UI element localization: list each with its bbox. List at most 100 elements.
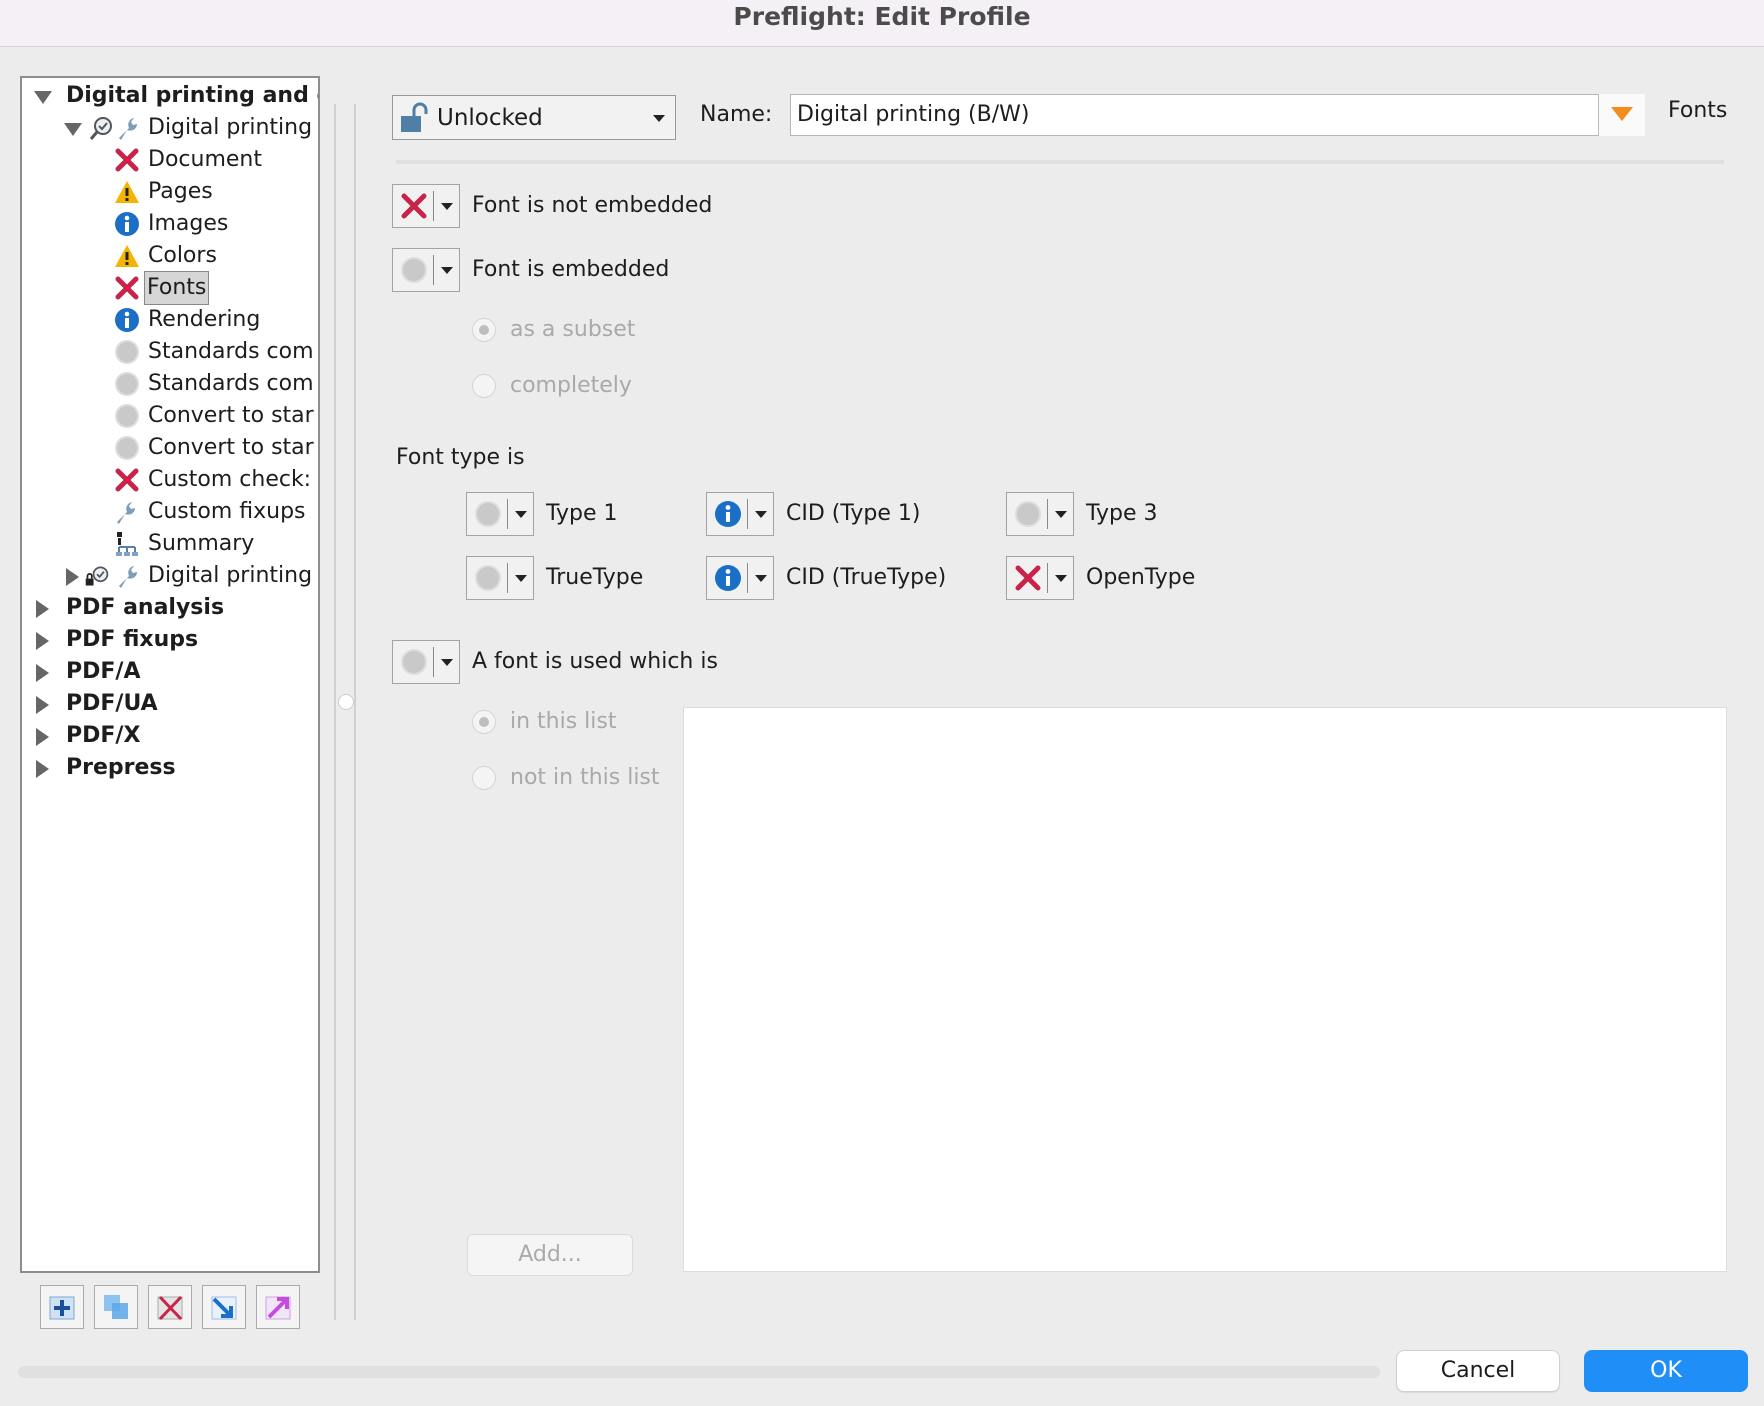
chevron-down-icon bbox=[755, 511, 767, 518]
expand-triangle-icon[interactable] bbox=[32, 750, 52, 786]
profile-name-field[interactable]: Digital printing (B/W) bbox=[790, 94, 1645, 136]
export-button[interactable] bbox=[256, 1285, 300, 1329]
tree-item-label: Convert to star bbox=[148, 435, 314, 460]
add-icon bbox=[49, 1296, 75, 1320]
truetype-status-button[interactable] bbox=[466, 556, 534, 600]
expand-triangle-icon[interactable] bbox=[32, 686, 52, 722]
add-button[interactable] bbox=[40, 1285, 84, 1329]
expand-triangle-icon[interactable] bbox=[32, 622, 52, 658]
tree-item-label: Standards com bbox=[148, 371, 314, 396]
locked-magnifier-check-icon bbox=[85, 566, 109, 586]
font-used-status-button[interactable] bbox=[392, 640, 460, 684]
radio-in-this-list[interactable] bbox=[472, 710, 496, 734]
import-button[interactable] bbox=[202, 1285, 246, 1329]
profile-tree[interactable]: Digital printing and onl Digital printin… bbox=[20, 76, 320, 1273]
disabled-circle-icon bbox=[401, 257, 427, 283]
tree-profile-label: Digital printing bbox=[148, 563, 313, 588]
info-icon bbox=[715, 565, 741, 591]
tree-item-label: Custom fixups bbox=[148, 499, 306, 524]
tree-item-label: Standards com bbox=[148, 339, 314, 364]
cid-type1-label: CID (Type 1) bbox=[786, 501, 921, 526]
chevron-down-icon bbox=[515, 511, 527, 518]
chevron-down-icon bbox=[441, 659, 453, 666]
type3-status-button[interactable] bbox=[1006, 492, 1074, 536]
ok-button[interactable]: OK bbox=[1584, 1350, 1748, 1392]
type1-label: Type 1 bbox=[546, 501, 618, 526]
error-x-icon bbox=[115, 468, 139, 492]
disabled-circle-icon bbox=[475, 565, 501, 591]
delete-button[interactable] bbox=[148, 1285, 192, 1329]
error-x-icon bbox=[401, 193, 427, 219]
tree-group-label: PDF fixups bbox=[66, 627, 199, 652]
opentype-status-button[interactable] bbox=[1006, 556, 1074, 600]
cid-truetype-label: CID (TrueType) bbox=[786, 565, 947, 590]
splitter-knob[interactable] bbox=[338, 694, 354, 710]
delete-icon bbox=[157, 1295, 183, 1321]
cid-type1-status-button[interactable] bbox=[706, 492, 774, 536]
radio-completely[interactable] bbox=[472, 374, 496, 398]
wrench-icon bbox=[117, 502, 135, 524]
collapse-triangle-icon[interactable] bbox=[62, 110, 82, 146]
tree-root-label: Digital printing and onl bbox=[66, 83, 318, 108]
chevron-down-icon bbox=[1055, 511, 1067, 518]
title-bar: Preflight: Edit Profile bbox=[0, 0, 1764, 47]
tree-item-label: Rendering bbox=[148, 307, 261, 332]
tree-group-label: PDF analysis bbox=[66, 595, 225, 620]
unlocked-padlock-icon bbox=[401, 102, 428, 132]
collapse-triangle-icon[interactable] bbox=[32, 78, 52, 114]
warning-icon bbox=[115, 181, 139, 203]
error-x-icon bbox=[1015, 565, 1041, 591]
name-menu-button[interactable] bbox=[1598, 94, 1645, 136]
error-x-icon bbox=[115, 276, 139, 300]
font-list-box[interactable] bbox=[683, 707, 1727, 1272]
lock-state-label: Unlocked bbox=[437, 105, 543, 131]
disabled-circle-icon bbox=[115, 340, 139, 364]
type3-label: Type 3 bbox=[1086, 501, 1158, 526]
info-icon bbox=[715, 501, 741, 527]
import-icon bbox=[211, 1296, 237, 1320]
duplicate-icon bbox=[104, 1295, 128, 1319]
embedded-status-button[interactable] bbox=[392, 248, 460, 292]
expand-triangle-icon[interactable] bbox=[32, 654, 52, 690]
radio-not-in-this-list[interactable] bbox=[472, 766, 496, 790]
tree-item-label: Custom check: bbox=[148, 467, 312, 492]
cancel-button[interactable]: Cancel bbox=[1396, 1350, 1560, 1392]
add-font-button[interactable]: Add... bbox=[467, 1234, 633, 1276]
tree-item-label: Colors bbox=[148, 243, 217, 268]
tree-item-label: Fonts bbox=[144, 271, 210, 305]
tree-item-label: Document bbox=[148, 147, 262, 172]
radio-as-subset[interactable] bbox=[472, 318, 496, 342]
window-title: Preflight: Edit Profile bbox=[733, 2, 1031, 31]
summary-hierarchy-icon bbox=[116, 532, 138, 556]
export-icon bbox=[265, 1296, 291, 1320]
chevron-down-icon bbox=[1055, 575, 1067, 582]
disabled-circle-icon bbox=[115, 372, 139, 396]
tree-item-label: Convert to star bbox=[148, 403, 314, 428]
wrench-icon bbox=[119, 566, 137, 588]
lock-state-dropdown[interactable]: Unlocked bbox=[392, 95, 676, 140]
expand-triangle-icon[interactable] bbox=[62, 558, 82, 594]
magnifier-check-icon bbox=[89, 117, 112, 140]
cid-truetype-status-button[interactable] bbox=[706, 556, 774, 600]
disabled-circle-icon bbox=[1015, 501, 1041, 527]
disabled-circle-icon bbox=[115, 404, 139, 428]
expand-triangle-icon[interactable] bbox=[32, 718, 52, 754]
info-icon bbox=[115, 212, 139, 236]
chevron-down-icon bbox=[441, 267, 453, 274]
disabled-circle-icon bbox=[401, 649, 427, 675]
type1-status-button[interactable] bbox=[466, 492, 534, 536]
as-subset-label: as a subset bbox=[510, 317, 636, 342]
tree-item-label: Images bbox=[148, 211, 229, 236]
duplicate-button[interactable] bbox=[94, 1285, 138, 1329]
not-embedded-label: Font is not embedded bbox=[472, 193, 713, 218]
expand-triangle-icon[interactable] bbox=[32, 590, 52, 626]
completely-label: completely bbox=[510, 373, 632, 398]
warning-icon bbox=[115, 245, 139, 267]
embedded-label: Font is embedded bbox=[472, 257, 670, 282]
chevron-down-icon bbox=[653, 115, 665, 122]
in-this-list-label: in this list bbox=[510, 709, 617, 734]
horizontal-scrollbar[interactable] bbox=[18, 1366, 1380, 1378]
panel-splitter[interactable] bbox=[334, 104, 356, 1320]
not-embedded-status-button[interactable] bbox=[392, 184, 460, 228]
not-in-this-list-label: not in this list bbox=[510, 765, 660, 790]
